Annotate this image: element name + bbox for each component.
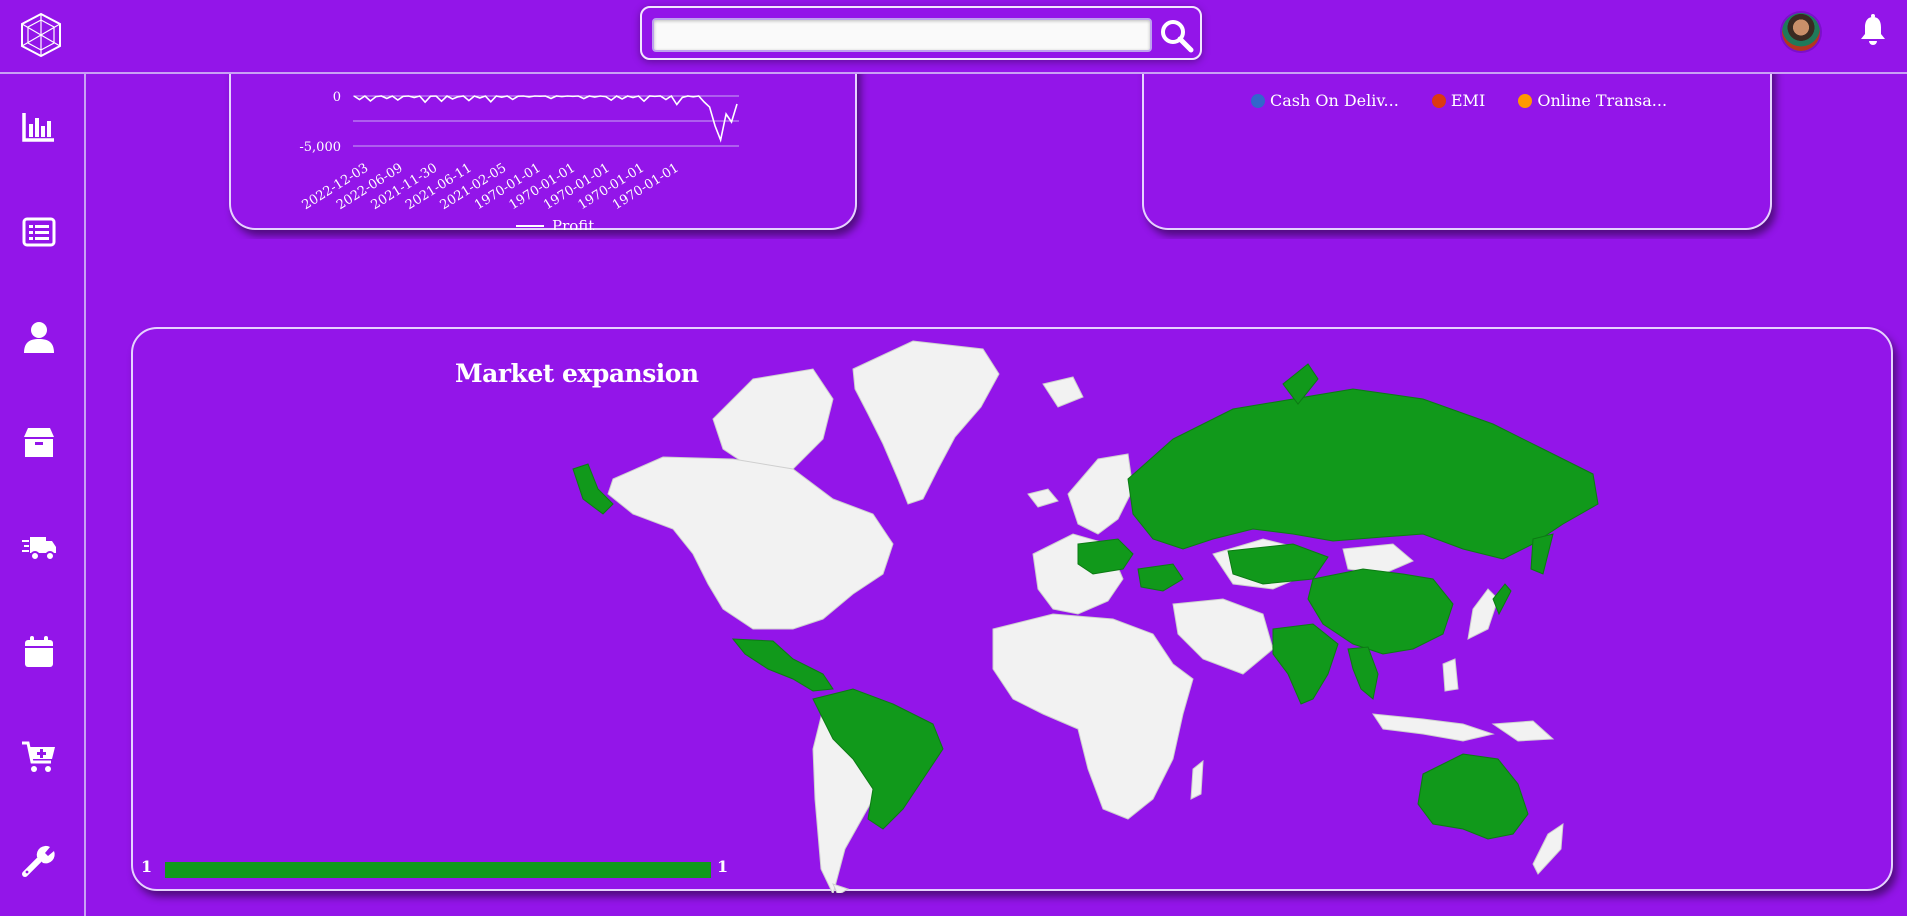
top-bar (0, 0, 1907, 74)
region-japan-highlight[interactable] (1492, 583, 1512, 616)
top-cards-region: 0 -5,000 2022-12-03 2022-06-09 2021-11-30 202… (86, 74, 1907, 239)
legend-label-cod: Cash On Deliv... (1269, 91, 1399, 110)
region-russia[interactable] (1127, 388, 1599, 560)
region-madagascar[interactable] (1190, 759, 1204, 800)
scale-min-label: 1 (141, 857, 153, 876)
region-germany-poland[interactable] (1077, 538, 1134, 575)
region-africa[interactable] (992, 613, 1194, 820)
profit-chart-card: 0 -5,000 2022-12-03 2022-06-09 2021-11-30 202… (229, 74, 857, 230)
region-india[interactable] (1272, 623, 1339, 705)
payment-legend: Cash On Deliv... EMI Online Transa... (1144, 91, 1774, 110)
box-icon[interactable] (21, 424, 57, 460)
legend-item-online[interactable]: Online Transa... (1518, 91, 1667, 110)
region-australia[interactable] (1417, 753, 1529, 840)
legend-swatch-online (1518, 94, 1533, 108)
region-new-zealand[interactable] (1532, 823, 1564, 875)
region-ukraine[interactable] (1137, 563, 1184, 592)
bell-icon[interactable] (1858, 14, 1888, 46)
legend-item-cod[interactable]: Cash On Deliv... (1250, 91, 1399, 110)
wrench-icon[interactable] (21, 844, 57, 880)
legend-item-emi[interactable]: EMI (1431, 91, 1486, 110)
calendar-icon[interactable] (21, 634, 57, 670)
map-color-scale: 1 1 (133, 857, 833, 881)
legend-label-profit[interactable]: Profit (552, 217, 594, 230)
region-svalbard[interactable] (1042, 376, 1084, 408)
region-mongolia[interactable] (1342, 543, 1414, 575)
user-icon[interactable] (21, 319, 57, 355)
y-tick-label: -5,000 (299, 140, 341, 155)
legend-label-emi: EMI (1450, 91, 1486, 110)
profit-line-chart: 0-5,0002022-12-032022-06-092021-11-30202… (299, 90, 739, 230)
region-indonesia[interactable] (1371, 713, 1495, 742)
region-alaska-peninsula[interactable] (572, 463, 614, 515)
region-new-guinea[interactable] (1491, 720, 1555, 742)
search-icon[interactable] (1158, 17, 1196, 53)
y-tick-label: 0 (333, 90, 341, 105)
legend-swatch-emi (1431, 94, 1446, 108)
region-tierra-del-fuego[interactable] (832, 883, 850, 893)
market-expansion-card: Market expansion 1 1 (131, 327, 1895, 893)
region-japan[interactable] (1467, 588, 1499, 640)
region-scandinavia[interactable] (1067, 453, 1134, 535)
user-avatar[interactable] (1782, 13, 1820, 51)
scale-gradient-bar (165, 862, 711, 878)
region-philippines[interactable] (1442, 658, 1459, 692)
region-north-america[interactable] (607, 456, 894, 630)
scale-max-label: 1 (717, 857, 729, 876)
bar-chart-icon[interactable] (21, 109, 57, 145)
list-icon[interactable] (21, 214, 57, 250)
world-map[interactable] (133, 329, 1895, 893)
region-iceland[interactable] (1027, 488, 1059, 508)
region-greenland[interactable] (852, 340, 1000, 505)
legend-label-online: Online Transa... (1537, 91, 1668, 110)
payment-method-chart-card: Cash On Deliv... EMI Online Transa... (1142, 74, 1772, 230)
region-arctic-islands[interactable] (712, 368, 834, 470)
region-kamchatka[interactable] (1530, 533, 1554, 575)
legend-swatch-cod (1250, 94, 1265, 108)
region-middle-east[interactable] (1172, 598, 1274, 675)
logo-icon[interactable] (18, 12, 64, 58)
sidebar (0, 74, 86, 916)
region-mexico[interactable] (731, 638, 834, 692)
search-input[interactable] (652, 18, 1152, 52)
delivery-truck-icon[interactable] (21, 529, 57, 565)
search-bar (640, 6, 1202, 60)
profit-series-line[interactable] (353, 94, 738, 143)
cart-plus-icon[interactable] (21, 739, 57, 775)
region-myanmar-thailand[interactable] (1347, 646, 1379, 700)
